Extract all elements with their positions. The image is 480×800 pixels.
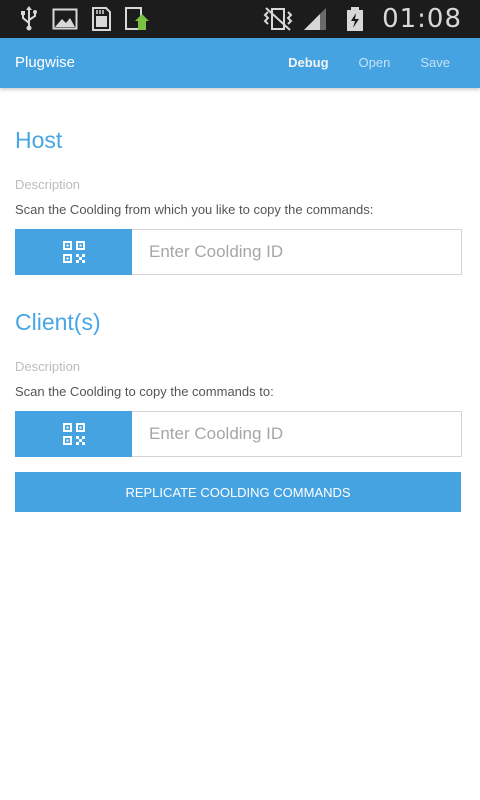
system-icons: 01:08	[262, 4, 462, 34]
host-coolding-id-input[interactable]	[132, 229, 462, 275]
action-bar: Plugwise Debug Open Save	[0, 38, 480, 88]
clients-title: Client(s)	[15, 309, 101, 335]
host-input-row	[15, 229, 462, 275]
clients-scan-qr-button[interactable]	[15, 411, 132, 457]
replicate-commands-button[interactable]: REPLICATE COOLDING COMMANDS	[15, 472, 461, 512]
host-scan-qr-button[interactable]	[15, 229, 132, 275]
qr-code-icon	[62, 240, 86, 264]
battery-charging-icon	[342, 6, 368, 32]
notification-icons	[16, 5, 150, 33]
host-description-label: Description	[15, 177, 81, 192]
status-clock: 01:08	[382, 4, 462, 34]
qr-code-icon	[62, 422, 86, 446]
clients-coolding-id-input[interactable]	[132, 411, 462, 457]
clients-description: Scan the Coolding to copy the commands t…	[15, 384, 274, 399]
vibrate-icon	[262, 6, 293, 32]
status-bar: 01:08	[0, 0, 480, 38]
upload-icon	[124, 6, 150, 32]
action-bar-actions: Debug Open Save	[273, 38, 480, 88]
gallery-icon	[52, 6, 78, 32]
debug-button[interactable]: Debug	[273, 38, 343, 88]
signal-icon	[302, 6, 328, 32]
host-title: Host	[15, 127, 63, 153]
clients-description-label: Description	[15, 359, 81, 374]
sd-card-icon	[88, 6, 114, 32]
clients-input-row	[15, 411, 462, 457]
open-button[interactable]: Open	[344, 38, 406, 88]
host-description: Scan the Coolding from which you like to…	[15, 202, 374, 217]
save-button[interactable]: Save	[405, 38, 480, 88]
app-title: Plugwise	[15, 54, 76, 71]
usb-icon	[16, 6, 42, 32]
